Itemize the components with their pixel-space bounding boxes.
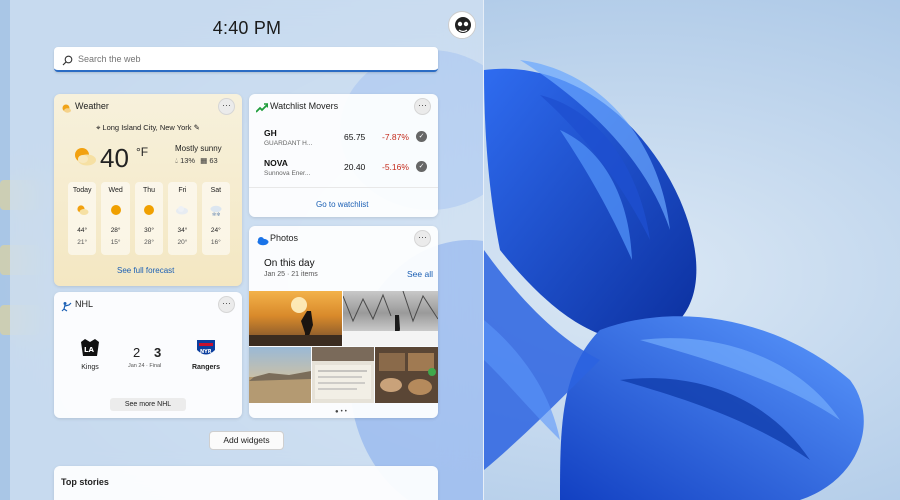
weather-unit: °F bbox=[136, 145, 149, 159]
partly-sunny-icon bbox=[75, 203, 89, 221]
rangers-logo-icon: NYR bbox=[195, 338, 217, 365]
forecast-day-name: Thu bbox=[142, 187, 156, 194]
go-to-watchlist-link[interactable]: Go to watchlist bbox=[316, 200, 368, 209]
game-date: Jan 24 · Final bbox=[128, 363, 162, 369]
weather-condition: Mostly sunny bbox=[175, 144, 222, 153]
forecast-day-name: Fri bbox=[178, 187, 187, 194]
home-score: 2 bbox=[133, 345, 141, 360]
check-icon: ✓ bbox=[416, 161, 427, 172]
search-input[interactable] bbox=[78, 49, 428, 69]
forecast-high: 30° bbox=[144, 227, 154, 234]
carousel-dots[interactable]: ●•• bbox=[335, 409, 349, 415]
aqi-value: 63 bbox=[209, 156, 218, 165]
weather-more-button[interactable]: ··· bbox=[218, 98, 235, 115]
stock-symbol: GH bbox=[264, 128, 277, 138]
photos-subtitle: Jan 25 · 21 items bbox=[264, 271, 318, 278]
forecast-high: 34° bbox=[177, 227, 188, 234]
forecast-low: 20° bbox=[177, 239, 188, 246]
stock-price: 65.75 bbox=[344, 132, 366, 142]
forecast-low: 21° bbox=[77, 239, 88, 246]
weather-temperature: 40 bbox=[100, 143, 129, 173]
see-full-forecast-link[interactable]: See full forecast bbox=[117, 266, 174, 275]
nhl-card[interactable]: NHL ··· LA Kings 2 3 Jan 24 · Final NYR … bbox=[54, 292, 242, 418]
precip-value: 13% bbox=[180, 156, 196, 165]
top-stories-card[interactable]: Top stories bbox=[54, 466, 438, 500]
photos-more-button[interactable]: ··· bbox=[414, 230, 431, 247]
weather-location-label: Long Island City, New York bbox=[102, 123, 192, 132]
sun-icon bbox=[109, 203, 123, 221]
snow-icon: ✻✻ bbox=[209, 203, 223, 221]
air-quality-icon: ▦ bbox=[200, 156, 208, 165]
away-score: 3 bbox=[154, 345, 162, 360]
forecast-row: Today 44° 21° Wed 28° 15° Thu 30° 28° Fr… bbox=[68, 182, 231, 255]
svg-text:✻✻: ✻✻ bbox=[212, 212, 220, 216]
nhl-title: NHL bbox=[75, 299, 94, 309]
photos-see-all-link[interactable]: See all bbox=[407, 269, 433, 279]
away-team-name: Rangers bbox=[191, 364, 220, 371]
sun-icon bbox=[142, 203, 156, 221]
stock-symbol: NOVA bbox=[264, 158, 288, 168]
weather-title: Weather bbox=[75, 101, 109, 111]
forecast-day[interactable]: Today 44° 21° bbox=[68, 182, 97, 255]
search-box[interactable] bbox=[54, 47, 438, 72]
onedrive-cloud-icon bbox=[256, 233, 269, 246]
user-avatar[interactable] bbox=[448, 11, 476, 39]
partly-sunny-icon bbox=[70, 144, 98, 173]
forecast-day[interactable]: Thu 30° 28° bbox=[134, 182, 164, 255]
watchlist-card[interactable]: Watchlist Movers ··· GH GUARDANT H... 65… bbox=[249, 94, 438, 217]
forecast-high: 44° bbox=[77, 227, 88, 234]
forecast-high: 28° bbox=[110, 227, 121, 234]
weather-card[interactable]: Weather ··· ⌖ Long Island City, New York… bbox=[54, 94, 242, 286]
forecast-day[interactable]: Sat ✻✻ 24° 16° bbox=[201, 182, 231, 255]
stock-row[interactable]: NOVA Sunnova Ener... 20.40 -5.16% ✓ bbox=[264, 158, 429, 186]
edit-location-icon[interactable]: ✎ bbox=[194, 123, 200, 132]
forecast-day-name: Today bbox=[72, 187, 92, 194]
photos-card[interactable]: Photos ··· On this day Jan 25 · 21 items… bbox=[249, 226, 438, 418]
forecast-low: 15° bbox=[110, 239, 121, 246]
stock-price: 20.40 bbox=[344, 162, 366, 172]
add-widgets-button[interactable]: Add widgets bbox=[209, 431, 284, 450]
location-pin-icon: ⌖ bbox=[96, 123, 101, 132]
forecast-low: 16° bbox=[210, 239, 221, 246]
stocks-trend-icon bbox=[255, 101, 269, 113]
forecast-day[interactable]: Wed 28° 15° bbox=[101, 182, 130, 255]
nhl-more-button[interactable]: ··· bbox=[218, 296, 235, 313]
photo-thumbnail[interactable] bbox=[249, 347, 311, 403]
kings-logo-icon: LA bbox=[79, 338, 101, 363]
svg-text:LA: LA bbox=[84, 346, 94, 354]
top-stories-title: Top stories bbox=[61, 477, 109, 487]
photos-heading: On this day bbox=[264, 258, 315, 269]
forecast-day-name: Sat bbox=[210, 187, 222, 194]
photo-thumbnail[interactable] bbox=[375, 347, 438, 403]
stock-change: -5.16% bbox=[382, 162, 409, 172]
stock-name: GUARDANT H... bbox=[264, 140, 313, 147]
stock-name: Sunnova Ener... bbox=[264, 170, 311, 177]
clock: 4:40 PM bbox=[212, 18, 282, 38]
weather-location[interactable]: ⌖ Long Island City, New York ✎ bbox=[54, 123, 242, 133]
watchlist-title: Watchlist Movers bbox=[270, 101, 339, 111]
stock-change: -7.87% bbox=[382, 132, 409, 142]
divider bbox=[249, 187, 438, 188]
photo-thumbnail[interactable] bbox=[343, 291, 438, 346]
hockey-icon bbox=[61, 299, 72, 312]
search-icon bbox=[62, 53, 73, 71]
weather-app-icon bbox=[61, 101, 72, 113]
check-icon: ✓ bbox=[416, 131, 427, 142]
home-team-name: Kings bbox=[81, 364, 99, 371]
photos-title: Photos bbox=[270, 233, 299, 243]
forecast-high: 24° bbox=[210, 227, 221, 234]
see-more-nhl-button[interactable]: See more NHL bbox=[110, 398, 186, 411]
svg-text:NYR: NYR bbox=[200, 349, 212, 355]
photo-thumbnail[interactable] bbox=[249, 291, 342, 346]
droplet-icon: 💧︎ bbox=[175, 156, 178, 165]
photo-thumbnail[interactable] bbox=[312, 347, 374, 403]
watchlist-more-button[interactable]: ··· bbox=[414, 98, 431, 115]
forecast-day[interactable]: Fri 34° 20° bbox=[168, 182, 197, 255]
forecast-day-name: Wed bbox=[108, 187, 123, 194]
forecast-low: 28° bbox=[144, 239, 154, 246]
stock-row[interactable]: GH GUARDANT H... 65.75 -7.87% ✓ bbox=[264, 128, 429, 156]
cloudy-icon bbox=[175, 203, 189, 221]
weather-extra: 💧︎ 13% ▦ 63 bbox=[175, 156, 218, 166]
widgets-panel: 4:40 PM Weather ··· ⌖ Long Island City, … bbox=[10, 0, 484, 500]
